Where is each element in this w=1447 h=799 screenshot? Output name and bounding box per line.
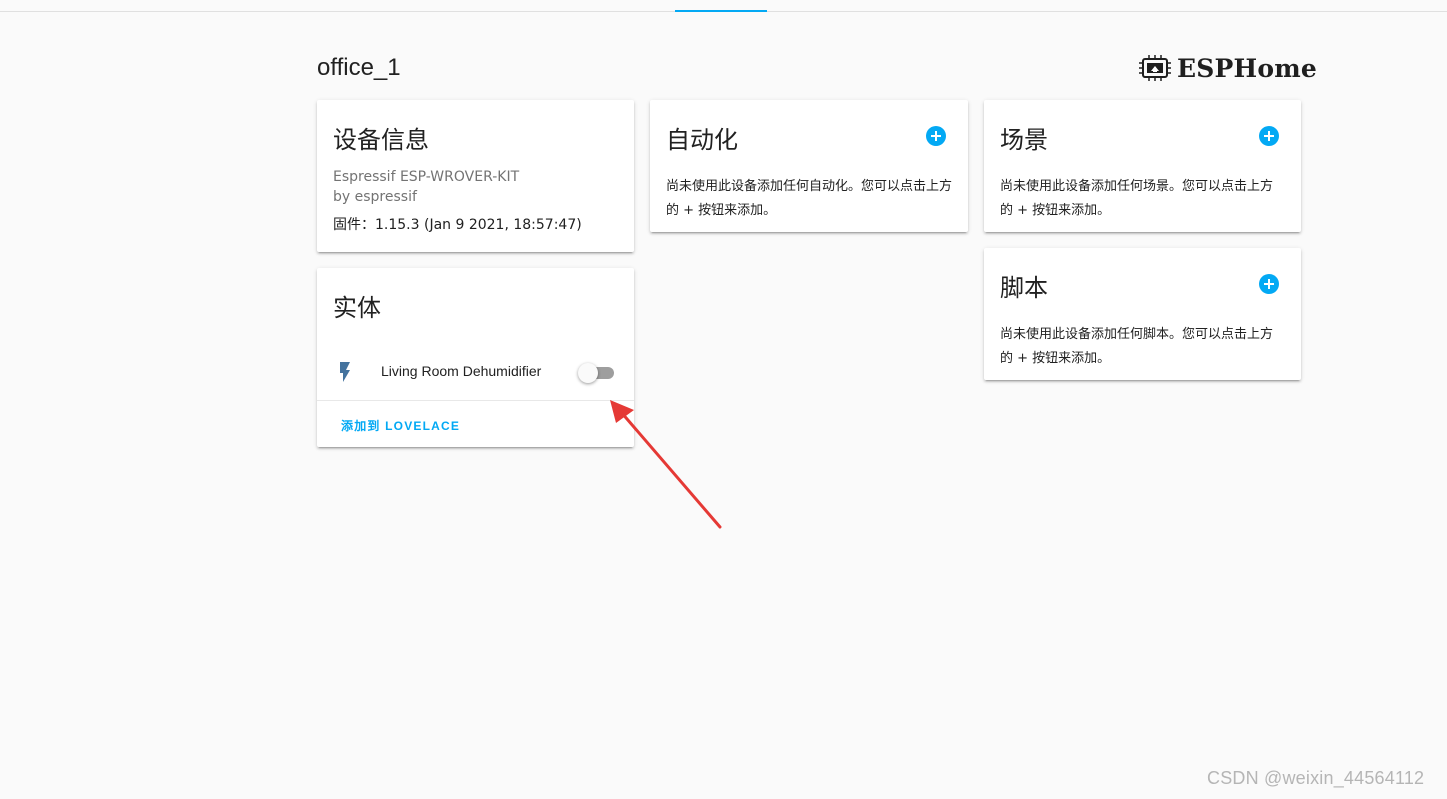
add-scene-button[interactable] bbox=[1259, 126, 1279, 146]
scene-title: 场景 bbox=[1000, 126, 1048, 154]
card-divider bbox=[317, 400, 634, 401]
page-title: office_1 bbox=[317, 54, 401, 81]
toggle-knob bbox=[578, 363, 598, 383]
logo-text: ESPHome bbox=[1177, 53, 1317, 83]
entity-row[interactable]: Living Room Dehumidifier bbox=[333, 356, 618, 388]
flash-icon bbox=[340, 362, 350, 382]
esphome-logo: ESPHome bbox=[1139, 53, 1317, 83]
entity-name[interactable]: Living Room Dehumidifier bbox=[381, 363, 541, 379]
entities-card: 实体 Living Room Dehumidifier 添加到 LOVELACE bbox=[317, 268, 634, 447]
chip-icon bbox=[1139, 55, 1171, 81]
entities-title: 实体 bbox=[333, 294, 381, 322]
active-tab-indicator bbox=[675, 10, 767, 12]
device-info-title: 设备信息 bbox=[333, 126, 429, 154]
firmware-version: 固件：1.15.3 (Jan 9 2021, 18:57:47) bbox=[333, 217, 582, 233]
scene-empty-text: 尚未使用此设备添加任何场景。您可以点击上方的 + 按钮来添加。 bbox=[1000, 179, 1274, 218]
entity-toggle[interactable] bbox=[578, 363, 614, 383]
device-manufacturer: by espressif bbox=[333, 189, 417, 205]
automation-card: 自动化 尚未使用此设备添加任何自动化。您可以点击上方的 + 按钮来添加。 bbox=[650, 100, 968, 232]
scene-card: 场景 尚未使用此设备添加任何场景。您可以点击上方的 + 按钮来添加。 bbox=[984, 100, 1301, 232]
device-info-card: 设备信息 Espressif ESP-WROVER-KIT by espress… bbox=[317, 100, 634, 252]
add-to-lovelace-button[interactable]: 添加到 LOVELACE bbox=[333, 409, 468, 442]
add-script-button[interactable] bbox=[1259, 274, 1279, 294]
automation-title: 自动化 bbox=[666, 126, 738, 154]
automation-empty-text: 尚未使用此设备添加任何自动化。您可以点击上方的 + 按钮来添加。 bbox=[666, 179, 953, 218]
watermark: CSDN @weixin_44564112 bbox=[1207, 768, 1425, 788]
script-card: 脚本 尚未使用此设备添加任何脚本。您可以点击上方的 + 按钮来添加。 bbox=[984, 248, 1301, 380]
add-automation-button[interactable] bbox=[926, 126, 946, 146]
script-empty-text: 尚未使用此设备添加任何脚本。您可以点击上方的 + 按钮来添加。 bbox=[1000, 327, 1274, 366]
device-model: Espressif ESP-WROVER-KIT bbox=[333, 169, 520, 185]
script-title: 脚本 bbox=[1000, 274, 1048, 302]
